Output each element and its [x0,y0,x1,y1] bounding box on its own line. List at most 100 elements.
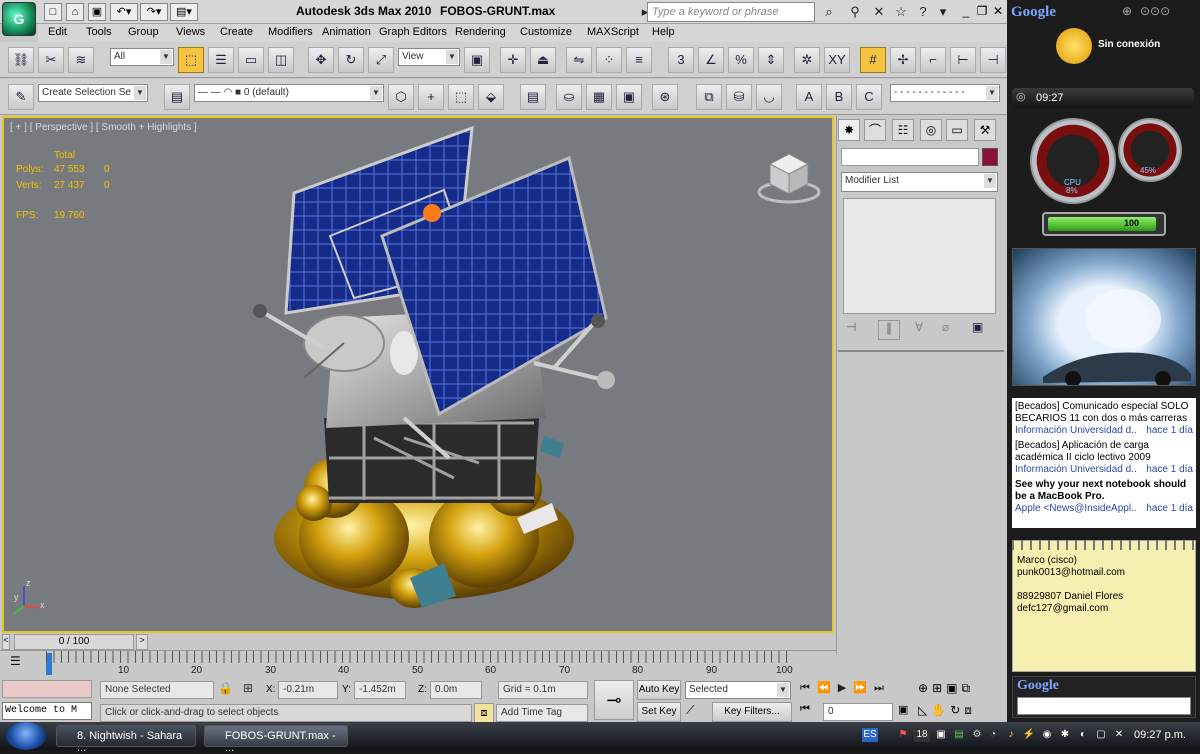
tray-monitor-icon[interactable]: ▣ [934,728,948,742]
help-icon[interactable]: ? [914,3,932,21]
menu-customize[interactable]: Customize [520,26,572,38]
news-title[interactable]: See why your next notebook should be a M… [1015,479,1186,502]
previous-frame-icon[interactable]: ⏪ [817,682,833,694]
news-title[interactable]: [Becados] Aplicación de carga académica … [1015,440,1151,463]
show-end-result-icon[interactable]: ∥ [878,320,900,340]
perspective-viewport[interactable]: [ + ] [ Perspective ] [ Smooth + Highlig… [2,116,834,633]
news-item[interactable]: [Becados] Aplicación de carga académica … [1015,440,1193,476]
taskbar-3dsmax[interactable]: FOBOS-GRUNT.max - ... [204,725,348,754]
menu-rendering[interactable]: Rendering [455,26,506,38]
tools-icon[interactable]: ✕ [870,3,888,21]
orbit-icon[interactable]: ↻ [950,703,964,717]
modify-tab-icon[interactable]: ⌒ [864,119,886,141]
zoom-extents-icon[interactable]: ▣ [946,681,961,695]
viewcube-icon[interactable] [756,148,822,204]
set-key-button[interactable]: Set Key [637,702,681,722]
schematic-view-icon[interactable]: ▦ [586,84,612,110]
set-key-mode-key-icon[interactable]: ⊸ [594,680,634,720]
go-to-start-icon[interactable]: ⏮ [800,682,812,694]
help-dropdown-icon[interactable]: ▾ [934,3,952,21]
news-item[interactable]: [Becados] Comunicado especial SOLO BECAR… [1015,401,1193,437]
save-file-icon[interactable]: ▣ [88,3,106,21]
mirror-icon[interactable]: ⇋ [566,47,592,73]
render-setup-icon[interactable]: ⊛ [652,84,678,110]
modifier-list-select[interactable]: Modifier List ▼ [841,172,998,192]
zoom-all-icon[interactable]: ⊞ [932,681,946,695]
named-selection-b-icon[interactable]: B [826,84,852,110]
spacecraft-model[interactable] [234,118,654,633]
taskbar-media-player[interactable]: 8. Nightwish - Sahara ... [56,725,196,754]
named-selection-c-icon[interactable]: C [856,84,882,110]
snap-xy-icon[interactable]: XY [824,47,850,73]
menu-graph-editors[interactable]: Graph Editors [379,26,447,38]
key-mode-toggle-icon[interactable]: ⏮ [800,703,810,716]
undo-icon[interactable]: ↶▾ [110,3,138,21]
set-current-layer-icon[interactable]: ⬙ [478,84,504,110]
maxscript-mini-listener[interactable]: Welcome to M [2,702,92,720]
minimize-button[interactable]: _ [958,3,974,19]
news-title[interactable]: [Becados] Comunicado especial SOLO BECAR… [1015,401,1188,424]
auto-key-button[interactable]: Auto Key [637,680,681,700]
tray-power-icon[interactable]: ⚡ [1022,728,1036,742]
maximize-viewport-icon[interactable]: ⧈ [964,703,976,717]
language-indicator[interactable]: ES [862,728,878,742]
spinner-snap-icon[interactable]: ⇕ [758,47,784,73]
bind-space-warp-icon[interactable]: ≋ [68,47,94,73]
redo-icon[interactable]: ↷▾ [140,3,168,21]
tray-security-icon[interactable]: ⚙ [970,728,984,742]
curve-editor-icon[interactable]: ⛀ [556,84,582,110]
rotate-icon[interactable]: ↻ [338,47,364,73]
zoom-icon[interactable]: ⊕ [918,681,932,695]
remove-modifier-icon[interactable]: ⌀ [942,320,949,334]
layer-select[interactable]: — — ◠ ■ 0 (default) ▼ [194,84,384,102]
align-icon[interactable]: ⁘ [596,47,622,73]
project-folder-icon[interactable]: ▤▾ [170,3,198,21]
object-name-input[interactable] [841,148,979,166]
time-slider-prev[interactable]: < [2,634,10,650]
key-mode-select[interactable]: Selected ▼ [685,681,791,699]
tray-bluetooth-icon[interactable]: ✱ [1058,728,1072,742]
spell-abc-icon[interactable]: ✎ [8,84,34,110]
menu-create[interactable]: Create [220,26,253,38]
zoom-extents-all-icon[interactable]: ⧉ [961,681,974,695]
render-iterative-icon[interactable]: ◡ [756,84,782,110]
selection-lock-icon[interactable]: 🔒 [218,681,233,695]
window-crossing-icon[interactable]: ◫ [268,47,294,73]
motion-tab-icon[interactable]: ◎ [920,119,942,141]
communication-center-icon[interactable]: ⚲ [846,3,864,21]
pin-stack-icon[interactable]: ⊣ [846,320,856,334]
menu-edit[interactable]: Edit [48,26,67,38]
taskbar-clock[interactable]: 09:27 p.m. [1134,729,1186,741]
snaps-toggle-icon[interactable]: 3 [668,47,694,73]
y-coordinate-input[interactable]: -1.452m [354,681,406,699]
select-object-icon[interactable]: ⬚ [178,47,204,73]
menu-help[interactable]: Help [652,26,675,38]
named-selection-a-icon[interactable]: A [796,84,822,110]
time-slider[interactable]: 0 / 100 [14,634,134,650]
absolute-mode-icon[interactable]: ⊞ [243,681,253,695]
select-by-name-icon[interactable]: ☰ [208,47,234,73]
modifier-stack[interactable] [843,198,996,314]
default-tangent-icon[interactable]: ⟋ [686,703,694,718]
maxscript-listener-top[interactable] [2,680,92,698]
application-button[interactable]: G [2,2,36,36]
field-of-view-icon[interactable]: ◺ [918,703,931,717]
create-tab-icon[interactable]: ✸ [838,119,860,141]
z-coordinate-input[interactable]: 0.0m [430,681,482,699]
material-editor-icon[interactable]: ▣ [616,84,642,110]
display-tab-icon[interactable]: ▭ [946,119,968,141]
configure-modifier-sets-icon[interactable]: ▣ [972,320,983,334]
reference-coordinate-select[interactable]: View ▼ [398,48,460,66]
snap-endpoint-icon[interactable]: ⌐ [920,47,946,73]
x-coordinate-input[interactable]: -0.21m [278,681,338,699]
menu-maxscript[interactable]: MAXScript [587,26,639,38]
time-slider-next[interactable]: > [136,634,148,650]
open-file-icon[interactable]: ⌂ [66,3,84,21]
current-frame-input[interactable]: 0 [823,703,893,721]
snap-pivot-icon[interactable]: ✢ [890,47,916,73]
render-production-icon[interactable]: ⛁ [726,84,752,110]
start-button-icon[interactable] [6,722,46,750]
select-layer-objects-icon[interactable]: ⬚ [448,84,474,110]
snap-midpoint-icon[interactable]: ⊢ [950,47,976,73]
go-to-end-icon[interactable]: ⏭ [874,682,886,694]
